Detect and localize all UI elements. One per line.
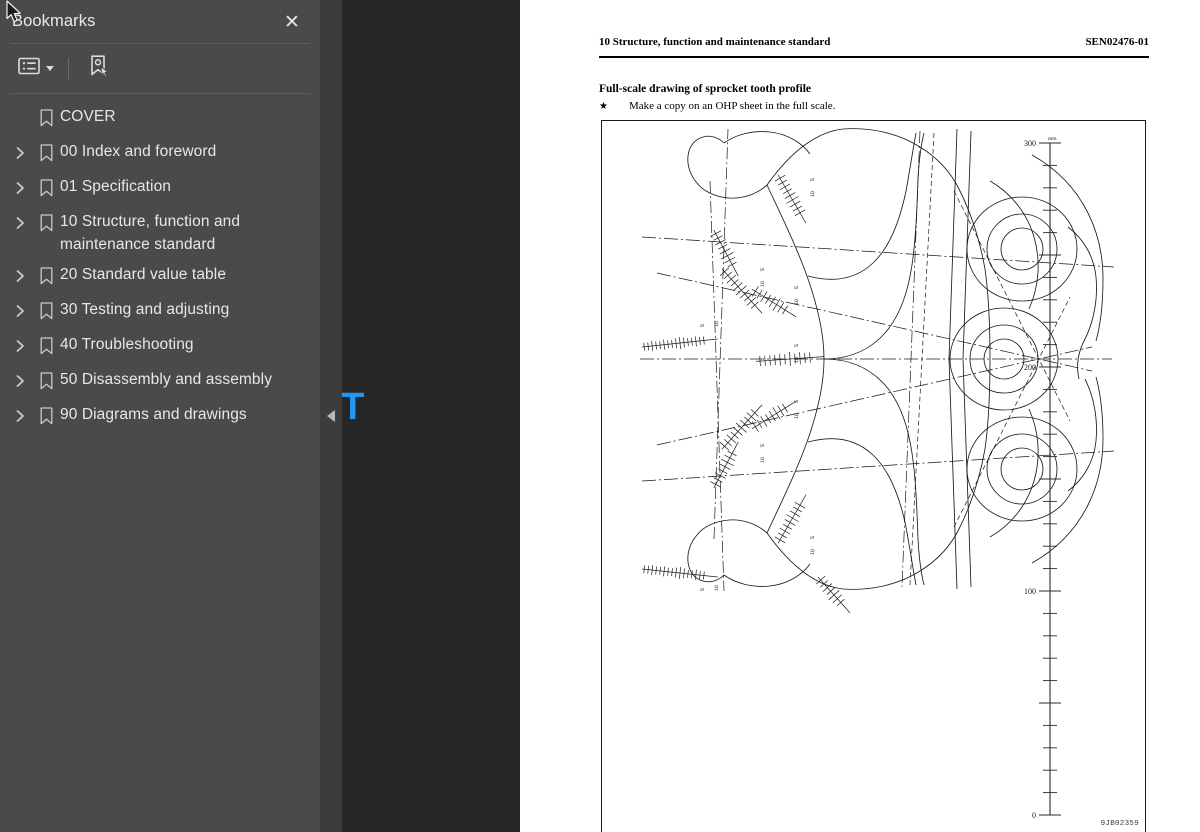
ruler-tick-label: 100 [1024,587,1036,596]
bookmark-icon [32,106,60,127]
svg-text:5: 5 [794,400,800,403]
svg-text:5: 5 [760,444,766,447]
collapse-panel-button[interactable] [320,398,342,434]
bookmark-icon [32,211,60,232]
new-bookmark-icon [87,54,111,83]
ruler-tick-label: 0 [1032,811,1036,820]
expand-chevron-icon[interactable] [8,369,32,388]
close-icon[interactable]: ✕ [278,8,306,36]
list-options-button[interactable] [14,53,58,84]
bookmark-item[interactable]: 50 Disassembly and assembly [0,365,320,400]
bookmark-icon [32,264,60,285]
expand-chevron-icon[interactable] [8,211,32,230]
bookmark-item-label: 10 Structure, function and maintenance s… [60,213,241,253]
bookmark-item[interactable]: 10 Structure, function and maintenance s… [0,207,320,260]
page-note-text: Make a copy on an OHP sheet in the full … [629,100,836,112]
scale-numerals: 5 10 5 10 5 10 5 10 5 10 5 10 5 10 5 10 … [700,178,816,591]
panel-title: Bookmarks [12,12,96,30]
svg-text:10: 10 [794,299,800,305]
bookmark-icon [32,176,60,197]
svg-text:10: 10 [714,321,720,327]
bookmark-icon [32,141,60,162]
bookmarks-panel: Bookmarks ✕ COVER 00 Index and foreword … [0,0,320,832]
svg-text:10: 10 [810,191,816,197]
bookmark-item-label: 00 Index and foreword [60,143,217,160]
collapse-panel-icon [327,410,335,422]
bookmark-item-label: 50 Disassembly and assembly [60,371,273,388]
svg-text:10: 10 [760,457,766,463]
header-section-title: 10 Structure, function and maintenance s… [599,36,831,48]
bookmark-item[interactable]: 40 Troubleshooting [0,330,320,365]
ruler-tick-label: 300 [1024,139,1036,148]
bookmark-list: COVER 00 Index and foreword 01 Specificati… [0,94,320,435]
bookmark-item-label: 20 Standard value table [60,266,227,283]
svg-text:5: 5 [810,536,816,539]
expand-chevron-icon[interactable] [8,176,32,195]
panel-resize-strip[interactable] [320,0,342,832]
toolbar-separator [68,57,69,80]
document-viewer[interactable]: 10 Structure, function and maintenance s… [342,0,1200,832]
svg-text:5: 5 [700,324,706,327]
expand-chevron-icon[interactable] [8,141,32,160]
chevron-down-icon [46,66,54,71]
ruler-unit-label: mm [1048,136,1057,142]
bookmark-icon [32,334,60,355]
svg-text:10: 10 [794,357,800,363]
bookmark-item-label: 40 Troubleshooting [60,336,194,353]
new-bookmark-button[interactable] [83,50,115,87]
bookmarks-panel-header: Bookmarks ✕ [0,0,320,43]
header-rule [599,56,1149,58]
centre-lines [640,236,1115,482]
bookmark-item-label: 30 Testing and adjusting [60,301,230,318]
figure-frame: 5 10 5 10 5 10 5 10 5 10 5 10 5 10 5 10 … [601,120,1146,832]
star-icon: ★ [599,101,608,112]
svg-text:5: 5 [700,588,706,591]
expand-chevron-icon[interactable] [8,334,32,353]
bookmark-item[interactable]: 90 Diagrams and drawings [0,400,320,435]
pdf-reader-window: Bookmarks ✕ COVER 00 Index and foreword … [0,0,1200,832]
svg-text:10: 10 [760,281,766,287]
watermark: AUTOPDF.NET [342,386,364,428]
expand-chevron-icon[interactable] [8,299,32,318]
bookmarks-toolbar [0,44,320,93]
measurement-scales [642,174,851,614]
bookmark-icon [32,369,60,390]
svg-text:10: 10 [810,549,816,555]
header-document-code: SEN02476-01 [1085,36,1149,48]
bookmark-item[interactable]: 30 Testing and adjusting [0,295,320,330]
bookmark-item-label: 90 Diagrams and drawings [60,406,247,423]
bookmark-item-label: COVER [60,108,116,125]
svg-text:10: 10 [714,585,720,591]
page-title: Full-scale drawing of sprocket tooth pro… [599,83,811,95]
bookmark-icon [32,299,60,320]
expand-chevron-icon[interactable] [8,404,32,423]
ruler-tick-label: 200 [1024,363,1036,372]
svg-text:5: 5 [810,178,816,181]
bookmark-item[interactable]: 00 Index and foreword [0,137,320,172]
svg-text:5: 5 [794,344,800,347]
sprocket-tooth-profile-drawing: 5 10 5 10 5 10 5 10 5 10 5 10 5 10 5 10 … [640,128,1115,820]
bookmark-item[interactable]: COVER [0,102,320,137]
page-note: ★ Make a copy on an OHP sheet in the ful… [599,100,835,112]
bookmark-indent-spacer [8,106,32,111]
bookmark-item-label: 01 Specification [60,178,172,195]
bookmark-item[interactable]: 01 Specification [0,172,320,207]
svg-text:10: 10 [794,413,800,419]
bookmark-icon [32,404,60,425]
figure-code: 9JB02359 [1100,820,1139,828]
svg-text:5: 5 [760,268,766,271]
page-running-header: 10 Structure, function and maintenance s… [599,36,1149,48]
pdf-page: 10 Structure, function and maintenance s… [520,0,1200,832]
svg-text:5: 5 [794,286,800,289]
bookmark-item[interactable]: 20 Standard value table [0,260,320,295]
list-options-icon [18,57,40,80]
expand-chevron-icon[interactable] [8,264,32,283]
